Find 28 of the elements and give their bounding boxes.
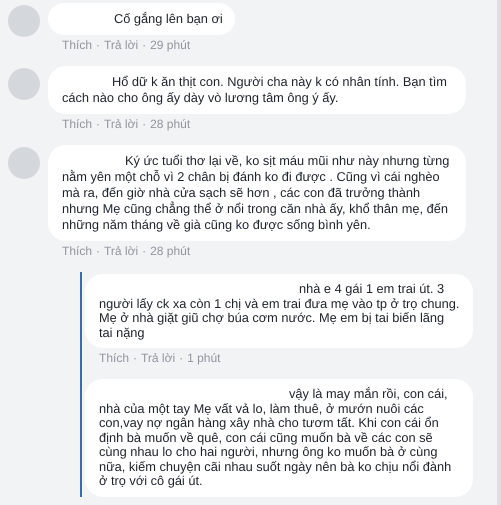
reply-bubble: nhà e 4 gái 1 em trai út. 3 người lấy ck xa còn 1 chị và em trai đưa mẹ vào tp ở trọ chung. Mẹ ở nhà giặt giũ chợ búa cơm nước. Mẹ em bị tai biến lãng tai nặng <box>85 274 473 348</box>
comment-time[interactable]: 29 phút <box>150 38 190 54</box>
comment-action-link[interactable]: Thích <box>62 117 92 133</box>
comment-action-link[interactable]: Thích <box>99 351 130 367</box>
separator-dot: · <box>142 38 146 54</box>
comment-time[interactable]: 28 phút <box>150 117 190 133</box>
separator-dot: · <box>96 38 100 54</box>
comment-time[interactable]: 28 phút <box>150 244 190 260</box>
comment-bubble: Cố gắng lên bạn ơi <box>48 3 235 35</box>
comment-action-link[interactable]: Trả lời <box>141 351 176 367</box>
reply-bubble: vậy là may mắn rồi, con cái, nhà của một tay Mẹ vất vả lo, làm thuê, ở mướn nuôi các con,vay nợ ngân hàng xây nhà cho tươm tất. Khi con cái ổn định bà muốn về quê, con cái cũng muốn bà về các con sẽ cùng nhau lo cho hai người, nhưng ông ko muốn bà ở cùng nữa, kiếm chuyện cãi nhau suốt ngày nên bà ko chịu nổi đành ở trọ với cô gái út. <box>85 379 473 496</box>
comment-action-link[interactable]: Thích <box>62 244 92 260</box>
separator-dot: · <box>142 244 146 260</box>
avatar[interactable] <box>8 68 40 100</box>
separator-dot: · <box>142 117 146 133</box>
comment-bubble: Hổ dữ k ăn thịt con. Người cha này k có nhân tính. Bạn tìm cách nào cho ông ấy dày vò lương tâm ông ý ấy. <box>48 66 466 114</box>
comment-bubble: Ký ức tuổi thơ lại về, ko sịt máu mũi như này nhưng từng nằm yên một chỗ vì 2 chân bị đánh ko đi được . Cũng vì cái nghèo mà ra, đến giờ nhà cửa sạch sẽ hơn , các con đã trưởng thành nhưng Mẹ cũng chẳng thể ở nổi trong căn nhà ấy, khổ thân mẹ, đến những năm tháng về già cũng ko được sống bình yên. <box>48 145 466 241</box>
avatar[interactable] <box>8 5 40 37</box>
separator-dot: · <box>96 117 100 133</box>
comment-action-link[interactable]: Trả lời <box>104 117 138 133</box>
separator-dot: · <box>179 351 184 367</box>
separator-dot: · <box>133 351 138 367</box>
comment-action-link[interactable]: Trả lời <box>104 38 138 54</box>
comment-time[interactable]: 1 phút <box>187 351 220 367</box>
comment-action-link[interactable]: Trả lời <box>104 244 138 260</box>
comment-action-link[interactable]: Thích <box>62 38 92 54</box>
avatar[interactable] <box>8 147 40 179</box>
separator-dot: · <box>96 244 100 260</box>
